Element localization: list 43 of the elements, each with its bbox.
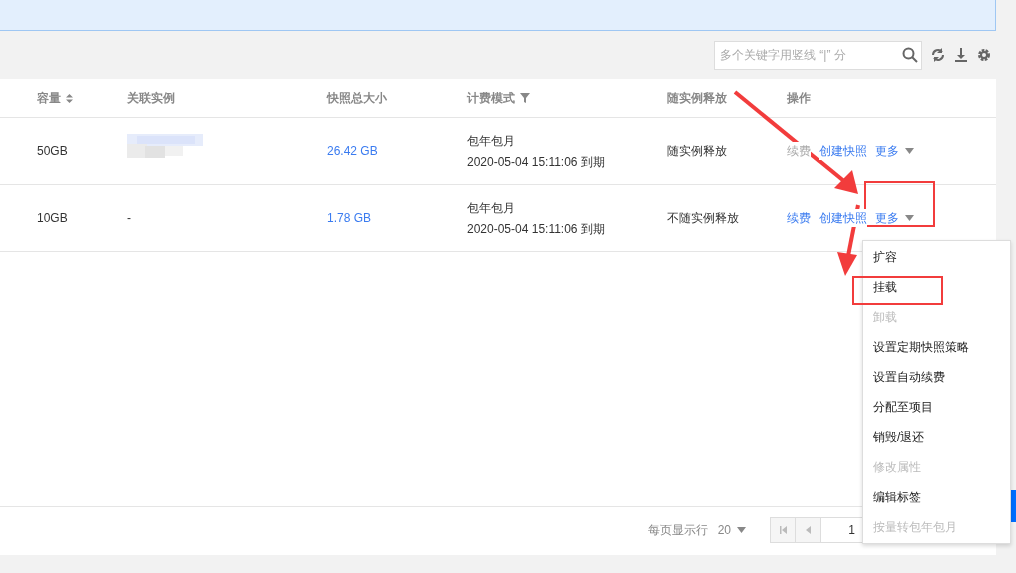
table-cell: 不随实例释放 <box>667 211 739 225</box>
expiry-date: 2020-05-04 15:11:06 到期 <box>467 153 606 171</box>
table-cell: 随实例释放 <box>667 144 727 158</box>
snapshot-size-link[interactable]: 26.42 GB <box>327 144 378 158</box>
table-cell: - <box>127 211 131 225</box>
column-header[interactable]: 容量 <box>37 89 73 107</box>
action-link[interactable]: 创建快照 <box>819 209 867 227</box>
caret-icon <box>905 215 914 221</box>
previous-page-icon <box>805 526 811 534</box>
action-link[interactable]: 续费 <box>787 209 811 227</box>
column-header: 操作 <box>787 90 811 107</box>
more-link[interactable]: 更多 <box>875 209 899 227</box>
search-field[interactable]: 多个关键字用竖线 “|” 分 <box>714 40 922 70</box>
menu-item[interactable]: 销毁/退还 <box>863 422 1010 452</box>
sort-icon[interactable] <box>66 93 73 103</box>
menu-item[interactable]: 编辑标签 <box>863 482 1010 512</box>
caret-icon <box>905 148 914 154</box>
filter-icon[interactable] <box>520 93 530 103</box>
menu-item[interactable]: 分配至项目 <box>863 392 1010 422</box>
menu-item[interactable]: 设置自动续费 <box>863 362 1010 392</box>
refresh-icon[interactable] <box>930 47 946 63</box>
settings-icon[interactable] <box>976 47 992 63</box>
first-page-icon <box>779 526 787 534</box>
table-cell: 10GB <box>37 211 68 225</box>
column-header: 关联实例 <box>127 90 175 107</box>
rows-per-page-label: 每页显示行 <box>647 522 708 539</box>
table-cell: 50GB <box>37 144 68 158</box>
menu-item[interactable]: 挂载 <box>863 272 1010 302</box>
column-header: 随实例释放 <box>667 90 727 107</box>
menu-item[interactable]: 扩容 <box>863 242 1010 272</box>
expiry-date: 2020-05-04 15:11:06 到期 <box>467 220 606 238</box>
column-header: 快照总大小 <box>327 90 387 107</box>
more-link[interactable]: 更多 <box>875 142 899 160</box>
menu-item[interactable]: 设置定期快照策略 <box>863 332 1010 362</box>
action-link[interactable]: 创建快照 <box>819 142 867 160</box>
caret-icon <box>737 527 746 533</box>
billing-mode: 包年包月 <box>467 199 516 217</box>
page-size-select[interactable]: 20 <box>717 521 746 539</box>
snapshot-size-link[interactable]: 1.78 GB <box>327 211 372 225</box>
search-icon[interactable] <box>902 46 918 63</box>
billing-mode: 包年包月 <box>467 132 516 150</box>
column-header[interactable]: 计费模式 <box>467 89 530 107</box>
download-icon[interactable] <box>954 47 968 63</box>
